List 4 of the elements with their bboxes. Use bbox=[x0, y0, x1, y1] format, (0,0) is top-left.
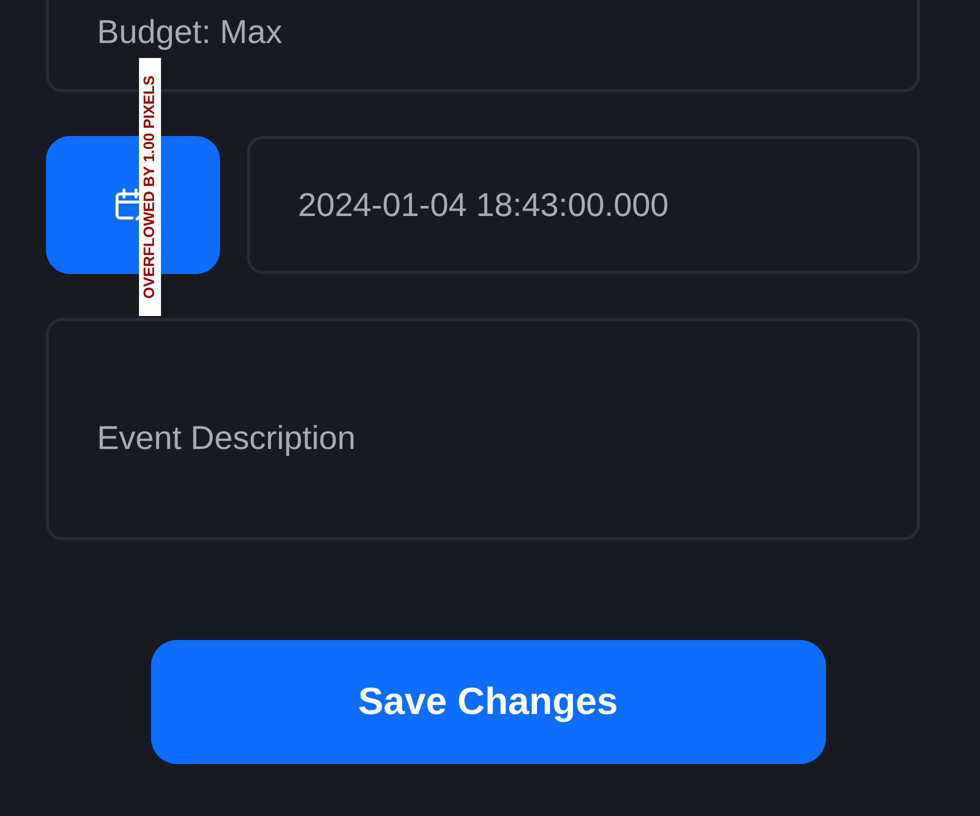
date-field[interactable]: 2024-01-04 18:43:00.000 bbox=[247, 136, 920, 274]
save-button[interactable]: Save Changes bbox=[150, 640, 826, 764]
description-field[interactable]: Event Description bbox=[46, 318, 920, 540]
overflow-warning: OVERFLOWED BY 1.00 PIXELS bbox=[139, 58, 161, 316]
